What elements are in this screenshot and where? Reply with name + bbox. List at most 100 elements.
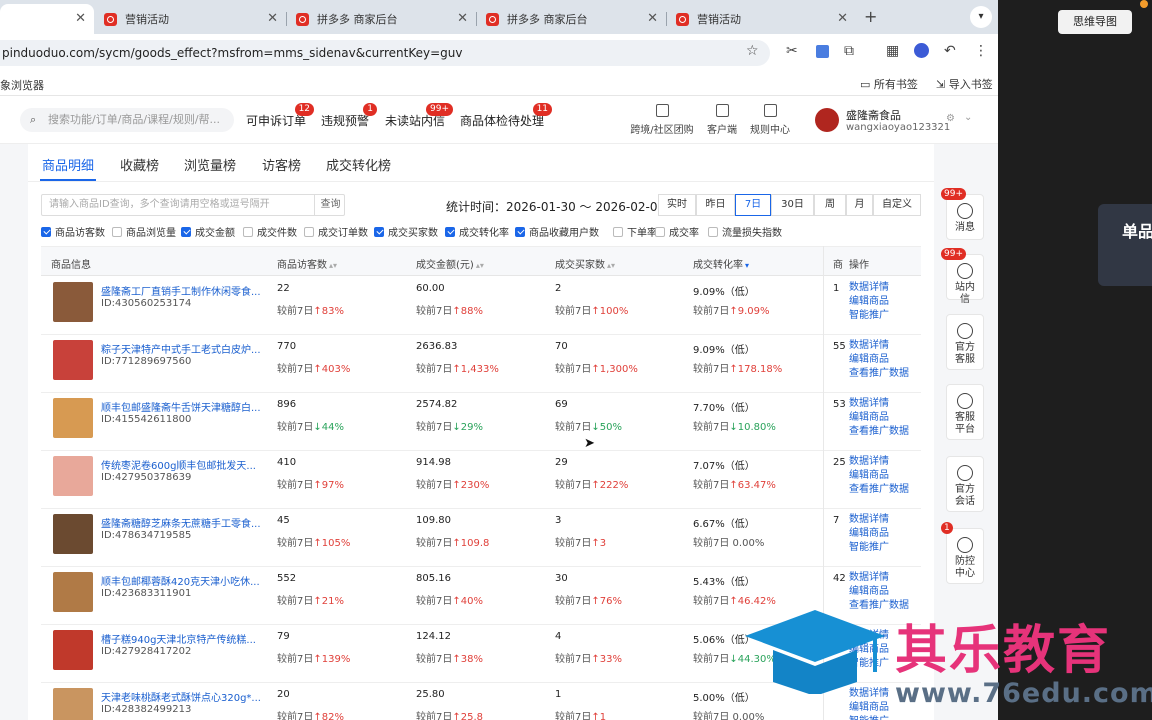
extension-icon[interactable]: [816, 45, 829, 58]
avatar[interactable]: [815, 108, 839, 132]
product-name-link[interactable]: 顺丰包邮椰蓉酥420克天津小吃休...: [101, 573, 261, 588]
subtab-views[interactable]: 浏览量榜: [184, 155, 236, 174]
side-tool[interactable]: 消息 99+: [941, 188, 984, 240]
side-tool[interactable]: 官方会话: [946, 456, 984, 512]
close-tab-icon[interactable]: ✕: [647, 11, 658, 26]
mindmap-button[interactable]: 思维导图: [1058, 10, 1132, 34]
metric-checkbox[interactable]: 商品收藏用户数: [515, 224, 599, 239]
range-button[interactable]: 月: [846, 194, 873, 216]
tab-marketing-1[interactable]: 营销活动 ✕: [94, 4, 286, 34]
row-action-link[interactable]: 查看推广数据: [849, 425, 921, 439]
tab-merchant-1[interactable]: 拼多多 商家后台 ✕: [286, 4, 476, 34]
nav-product-check[interactable]: 商品体检待处理 11: [460, 103, 553, 129]
product-name-link[interactable]: 粽子天津特产中式手工老式白皮炉...: [101, 341, 261, 356]
side-card[interactable]: 单品: [1098, 204, 1152, 286]
product-name-link[interactable]: 顺丰包邮盛隆斋牛舌饼天津糖醇白...: [101, 399, 261, 414]
product-thumbnail[interactable]: [53, 282, 93, 322]
tab-groups-icon[interactable]: ▦: [886, 43, 899, 59]
nav-unread-messages[interactable]: 未读站内信 99+: [385, 103, 454, 129]
side-tool[interactable]: 站内信 99+: [941, 248, 984, 305]
tab-partial[interactable]: ✕: [0, 4, 94, 34]
tool-crossborder[interactable]: 跨境/社区团购: [630, 104, 694, 136]
side-tool[interactable]: 官方客服: [946, 314, 984, 370]
row-action-link[interactable]: 数据详情: [849, 513, 921, 527]
product-thumbnail[interactable]: [53, 572, 93, 612]
side-tool[interactable]: 防控中心 1: [941, 522, 984, 584]
bookmark-item[interactable]: 象浏览器: [0, 77, 44, 93]
settings-icon[interactable]: ⚙: [946, 113, 955, 124]
row-action-link[interactable]: 数据详情: [849, 571, 921, 585]
product-name-link[interactable]: 槽子糕940g天津北京特产传统糕...: [101, 631, 261, 646]
close-tab-icon[interactable]: ✕: [837, 11, 848, 26]
subtab-visitors[interactable]: 访客榜: [262, 155, 301, 174]
site-search-input[interactable]: ⌕ 搜索功能/订单/商品/课程/规则/帮...: [20, 108, 234, 132]
goods-id-search-input[interactable]: 请输入商品ID查询，多个查询请用空格或逗号隔开 查询: [41, 194, 345, 216]
address-bar[interactable]: pinduoduo.com/sycm/goods_effect?msfrom=m…: [0, 40, 770, 66]
th-visitors[interactable]: 商品访客数 ▴▾: [277, 256, 337, 271]
th-buyers[interactable]: 成交买家数 ▴▾: [555, 256, 615, 271]
scissors-icon[interactable]: ✂: [786, 43, 798, 59]
undo-icon[interactable]: ↶: [944, 43, 956, 59]
row-action-link[interactable]: 数据详情: [849, 455, 921, 469]
tab-marketing-2[interactable]: 营销活动 ✕: [666, 4, 856, 34]
row-action-link[interactable]: 编辑商品: [849, 295, 921, 309]
product-name-link[interactable]: 传统枣泥卷600g顺丰包邮批发天...: [101, 457, 261, 472]
metric-checkbox[interactable]: 商品浏览量: [112, 224, 176, 239]
row-action-link[interactable]: 数据详情: [849, 281, 921, 295]
row-action-link[interactable]: 编辑商品: [849, 527, 921, 541]
row-action-link[interactable]: 编辑商品: [849, 585, 921, 599]
metric-checkbox[interactable]: 成交金额: [181, 224, 235, 239]
close-tab-icon[interactable]: ✕: [75, 11, 86, 26]
row-action-link[interactable]: 编辑商品: [849, 469, 921, 483]
metric-checkbox[interactable]: 商品访客数: [41, 224, 105, 239]
close-tab-icon[interactable]: ✕: [457, 11, 468, 26]
product-name-link[interactable]: 盛隆斋糖醇芝麻条无蔗糖手工零食...: [101, 515, 261, 530]
metric-checkbox[interactable]: 流量损失指数: [708, 224, 782, 239]
puzzle-icon[interactable]: ⧉: [844, 43, 854, 59]
all-bookmarks[interactable]: ▭ 所有书签: [860, 76, 918, 92]
row-action-link[interactable]: 编辑商品: [849, 411, 921, 425]
metric-checkbox[interactable]: 成交率: [655, 224, 699, 239]
product-thumbnail[interactable]: [53, 456, 93, 496]
metric-checkbox[interactable]: 下单率: [613, 224, 657, 239]
chevron-down-icon[interactable]: ⌄: [964, 112, 972, 123]
product-thumbnail[interactable]: [53, 630, 93, 670]
query-button[interactable]: 查询: [314, 195, 346, 215]
row-action-link[interactable]: 智能推广: [849, 309, 921, 323]
tool-rules[interactable]: 规则中心: [738, 104, 802, 136]
th-rate[interactable]: 成交转化率 ▾: [693, 256, 749, 271]
nav-violation-warning[interactable]: 违规预警 1: [321, 103, 378, 129]
row-action-link[interactable]: 编辑商品: [849, 353, 921, 367]
range-button[interactable]: 实时: [658, 194, 696, 216]
row-action-link[interactable]: 数据详情: [849, 397, 921, 411]
metric-checkbox[interactable]: 成交买家数: [374, 224, 438, 239]
row-action-link[interactable]: 查看推广数据: [849, 367, 921, 381]
more-menu-icon[interactable]: ⋮: [974, 43, 988, 59]
subtab-goods-detail[interactable]: 商品明细: [42, 155, 94, 174]
metric-checkbox[interactable]: 成交订单数: [304, 224, 368, 239]
product-thumbnail[interactable]: [53, 514, 93, 554]
range-button[interactable]: 自定义: [873, 194, 921, 216]
tab-search-button[interactable]: ▾: [970, 6, 992, 28]
product-thumbnail[interactable]: [53, 688, 93, 720]
subtab-favorites[interactable]: 收藏榜: [120, 155, 159, 174]
nav-appeal-orders[interactable]: 可申诉订单 12: [246, 103, 315, 129]
subtab-conversion[interactable]: 成交转化榜: [326, 155, 391, 174]
metric-checkbox[interactable]: 成交件数: [243, 224, 297, 239]
bookmark-star-icon[interactable]: ☆: [746, 43, 759, 59]
import-bookmarks[interactable]: ⇲ 导入书签: [936, 76, 993, 92]
metric-checkbox[interactable]: 成交转化率: [445, 224, 509, 239]
product-name-link[interactable]: 盛隆斋工厂直销手工制作休闲零食...: [101, 283, 261, 298]
range-button[interactable]: 30日: [771, 194, 814, 216]
row-action-link[interactable]: 查看推广数据: [849, 483, 921, 497]
close-tab-icon[interactable]: ✕: [267, 11, 278, 26]
range-button[interactable]: 昨日: [696, 194, 735, 216]
new-tab-button[interactable]: +: [864, 7, 877, 26]
tab-merchant-2[interactable]: 拼多多 商家后台 ✕: [476, 4, 666, 34]
product-thumbnail[interactable]: [53, 398, 93, 438]
range-button[interactable]: 7日: [735, 194, 771, 216]
side-tool[interactable]: 客服平台: [946, 384, 984, 440]
th-amount[interactable]: 成交金额(元) ▴▾: [416, 256, 484, 271]
product-name-link[interactable]: 天津老味桃酥老式酥饼点心320g*...: [101, 689, 261, 704]
range-button[interactable]: 周: [814, 194, 846, 216]
